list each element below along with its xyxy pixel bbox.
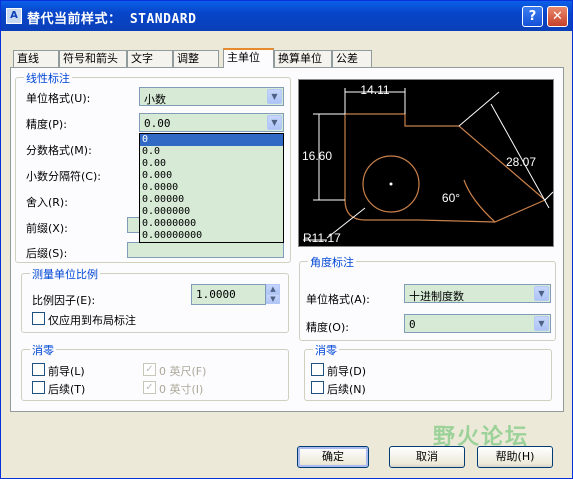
precision-option[interactable]: 0.0000	[140, 182, 283, 194]
precision-option[interactable]: 0.0000000	[140, 218, 283, 230]
decimal-separator-label: 小数分隔符(C):	[26, 170, 101, 183]
ok-button[interactable]: 确定	[297, 446, 369, 468]
angular-leading-checkbox[interactable]	[311, 363, 324, 376]
preview-drawing: 14.11 16.60 28.07 60° R11.17	[302, 83, 554, 245]
unit-format-label: 单位格式(U):	[26, 92, 91, 105]
chevron-down-icon[interactable]: ▼	[267, 89, 282, 104]
precision-option[interactable]: 0.00000000	[140, 230, 283, 242]
dim-angle-text: 60°	[442, 191, 460, 205]
scale-group-label: 测量单位比例	[30, 266, 100, 282]
scale-factor-label: 比例因子(E):	[32, 294, 96, 307]
zero-feet-checkbox[interactable]: ✓	[143, 363, 156, 376]
precision-option[interactable]: 0.00	[140, 158, 283, 170]
precision-label: 精度(P):	[26, 118, 67, 131]
angular-precision-value: 0	[409, 318, 416, 331]
precision-option[interactable]: 0.000	[140, 170, 283, 182]
dim-right-text: 28.07	[506, 155, 536, 169]
prefix-label: 前缀(X):	[26, 222, 68, 235]
tab-lines[interactable]: 直线	[13, 50, 59, 67]
angular-unit-format-select[interactable]: 十进制度数 ▼	[404, 284, 551, 303]
precision-option[interactable]: 0	[140, 134, 283, 146]
layout-only-checkbox[interactable]	[32, 312, 45, 325]
tab-symbols-arrows[interactable]: 符号和箭头	[59, 50, 127, 67]
linear-group-label: 线性标注	[24, 70, 72, 86]
dimension-preview: 14.11 16.60 28.07 60° R11.17	[298, 79, 554, 247]
suffix-label: 后缀(S):	[26, 247, 68, 260]
precision-option[interactable]: 0.000000	[140, 206, 283, 218]
precision-value: 0.00	[144, 117, 171, 130]
dim-radius-text: R11.17	[303, 231, 341, 245]
center-mark	[389, 182, 393, 186]
dim-top-text: 14.11	[360, 83, 389, 97]
angular-group-label: 角度标注	[308, 254, 356, 270]
angular-zero-suppression-label: 消零	[313, 342, 339, 358]
angular-unit-format-value: 十进制度数	[409, 290, 464, 303]
tab-tolerances[interactable]: 公差	[332, 50, 372, 67]
scale-factor-spinner[interactable]: ▲ ▼	[266, 284, 280, 305]
angular-leading-label: 前导(D)	[327, 365, 367, 378]
chevron-down-icon[interactable]: ▼	[534, 286, 549, 301]
tab-alternate-units[interactable]: 换算单位	[274, 50, 332, 67]
spin-down-icon[interactable]: ▼	[266, 294, 280, 304]
trailing-zero-checkbox[interactable]	[32, 381, 45, 394]
help-button[interactable]: 帮助(H)	[477, 446, 553, 468]
precision-select[interactable]: 0.00 ▼	[139, 113, 284, 132]
spin-up-icon[interactable]: ▲	[266, 284, 280, 294]
zero-inches-checkbox[interactable]: ✓	[143, 381, 156, 394]
fraction-format-label: 分数格式(M):	[26, 144, 92, 157]
angular-precision-select[interactable]: 0 ▼	[404, 314, 551, 333]
leading-zero-checkbox[interactable]	[32, 363, 45, 376]
dim-left-text: 16.60	[302, 149, 332, 163]
unit-format-value: 小数	[144, 93, 166, 106]
tab-primary-units[interactable]: 主单位	[223, 48, 274, 68]
precision-option[interactable]: 0.00000	[140, 194, 283, 206]
cancel-button[interactable]: 取消	[389, 446, 465, 468]
angular-trailing-checkbox[interactable]	[311, 381, 324, 394]
zero-inches-label: 0 英寸(I)	[159, 383, 204, 396]
angular-unit-format-label: 单位格式(A):	[306, 293, 370, 306]
dialog-window: A 替代当前样式： STANDARD ? ✕ 直线 符号和箭头 文字 调整 主单…	[0, 0, 573, 479]
tab-text[interactable]: 文字	[127, 50, 173, 67]
chevron-down-icon[interactable]: ▼	[534, 316, 549, 331]
title-bar[interactable]: A 替代当前样式： STANDARD ? ✕	[1, 1, 572, 31]
help-title-button[interactable]: ?	[522, 6, 543, 27]
close-button[interactable]: ✕	[547, 6, 568, 27]
precision-option[interactable]: 0.0	[140, 146, 283, 158]
window-title: 替代当前样式： STANDARD	[27, 12, 197, 27]
angular-trailing-label: 后续(N)	[327, 383, 366, 396]
unit-format-select[interactable]: 小数 ▼	[139, 87, 284, 106]
trailing-zero-label: 后续(T)	[48, 383, 86, 396]
round-off-label: 舍入(R):	[26, 196, 68, 209]
angular-precision-label: 精度(O):	[306, 321, 349, 334]
chevron-down-icon[interactable]: ▼	[267, 115, 282, 130]
zero-suppression-label: 消零	[30, 342, 56, 358]
scale-factor-input[interactable]: 1.0000	[191, 284, 266, 305]
zero-feet-label: 0 英尺(F)	[159, 365, 207, 378]
layout-only-label: 仅应用到布局标注	[48, 314, 136, 327]
tab-fit[interactable]: 调整	[173, 50, 219, 67]
leading-zero-label: 前导(L)	[48, 365, 85, 378]
autocad-app-icon: A	[6, 8, 22, 24]
suffix-input[interactable]	[127, 242, 284, 258]
precision-dropdown-list[interactable]: 0 0.0 0.00 0.000 0.0000 0.00000 0.000000 0.0000…	[139, 133, 284, 243]
scale-factor-value: 1.0000	[196, 288, 236, 301]
